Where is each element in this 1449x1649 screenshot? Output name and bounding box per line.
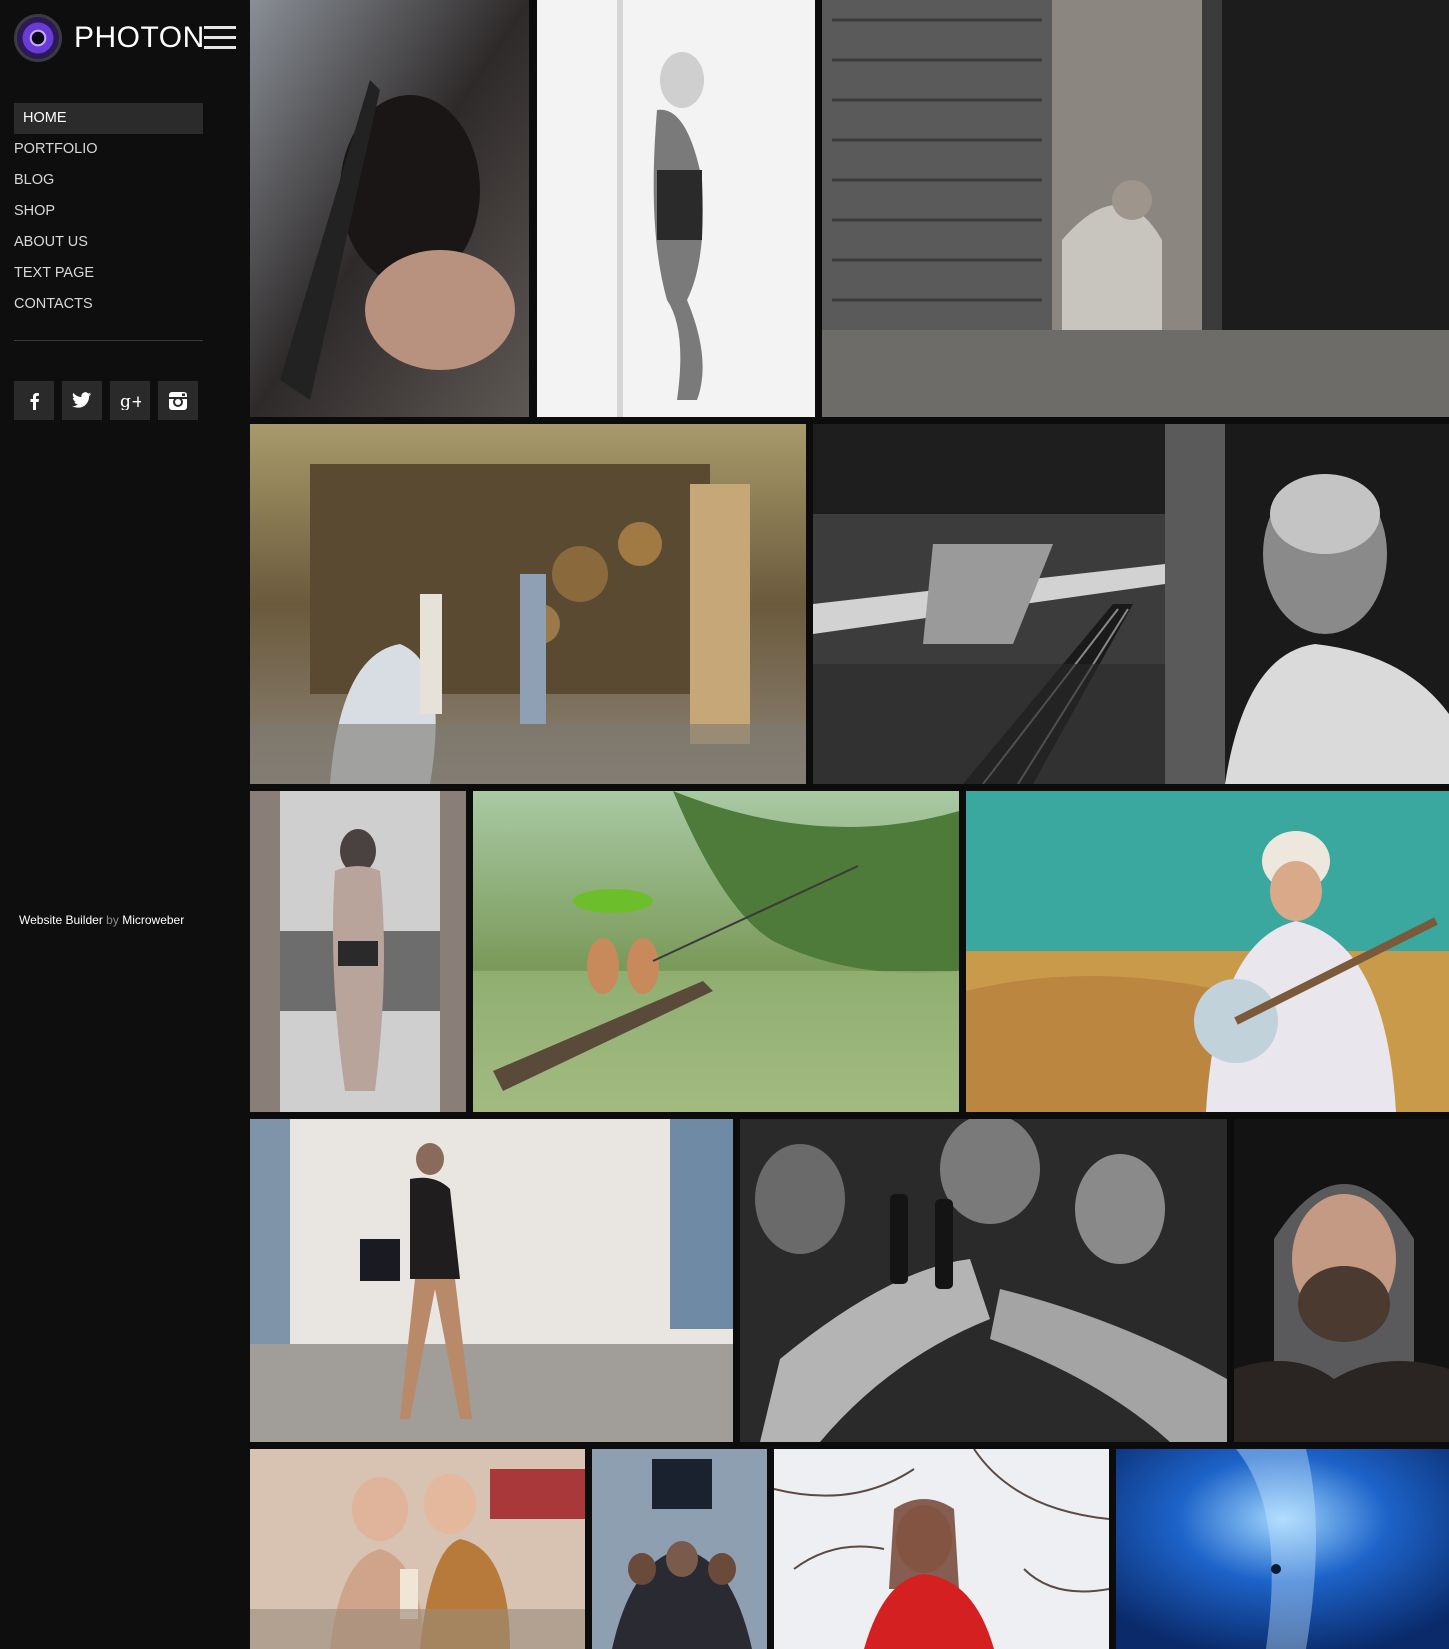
photo-woman-chair[interactable] [250, 0, 529, 417]
social-links: g+ [14, 381, 198, 420]
photo-kids-fishing[interactable] [473, 791, 959, 1112]
photon-logo-icon[interactable] [14, 14, 62, 62]
photo-woman-window[interactable] [250, 791, 466, 1112]
photo-gate-group[interactable] [592, 1449, 767, 1649]
nav-item-text-page[interactable]: TEXT PAGE [14, 258, 203, 289]
photo-train-station[interactable] [813, 424, 1165, 784]
nav-item-contacts[interactable]: CONTACTS [14, 289, 203, 320]
instagram-icon [169, 391, 187, 410]
photo-banjo-player[interactable] [966, 791, 1449, 1112]
photo-beer-toast[interactable] [740, 1119, 1227, 1442]
photo-diner-girls[interactable] [250, 1449, 585, 1649]
nav-item-home[interactable]: HOME [14, 103, 203, 134]
credit-by: by [106, 913, 119, 927]
photo-market-street[interactable] [250, 424, 806, 784]
svg-text:g+: g+ [120, 392, 141, 410]
photo-woman-red-coat[interactable] [774, 1449, 1109, 1649]
brand-name[interactable]: PHOTON [74, 20, 205, 56]
photo-old-man-door[interactable] [822, 0, 1449, 417]
app-root: PHOTON HOME PORTFOLIO BLOG SHOP ABOUT US… [0, 0, 1449, 1649]
google-plus-button[interactable]: g+ [110, 381, 150, 420]
photo-ice-cave[interactable] [1116, 1449, 1449, 1649]
photo-bearded-man[interactable] [1234, 1119, 1449, 1442]
builder-link[interactable]: Website Builder [19, 913, 103, 927]
sidebar: PHOTON HOME PORTFOLIO BLOG SHOP ABOUT US… [0, 0, 250, 1649]
google-plus-icon: g+ [120, 392, 141, 410]
photo-woman-pole[interactable] [537, 0, 815, 417]
nav-item-about-us[interactable]: ABOUT US [14, 227, 203, 258]
twitter-icon [72, 392, 92, 408]
facebook-icon [30, 392, 39, 410]
nav-divider [14, 340, 203, 341]
vendor-link[interactable]: Microweber [122, 913, 184, 927]
instagram-button[interactable] [158, 381, 198, 420]
facebook-button[interactable] [14, 381, 54, 420]
nav-item-shop[interactable]: SHOP [14, 196, 203, 227]
nav-item-blog[interactable]: BLOG [14, 165, 203, 196]
photo-man-portrait-bw[interactable] [1165, 424, 1449, 784]
menu-toggle-icon[interactable] [204, 26, 236, 50]
twitter-button[interactable] [62, 381, 102, 420]
footer-credit: Website Builder by Microweber [19, 913, 184, 927]
nav-item-portfolio[interactable]: PORTFOLIO [14, 134, 203, 165]
main-nav: HOME PORTFOLIO BLOG SHOP ABOUT US TEXT P… [14, 103, 203, 320]
photo-woman-handbag[interactable] [250, 1119, 733, 1442]
